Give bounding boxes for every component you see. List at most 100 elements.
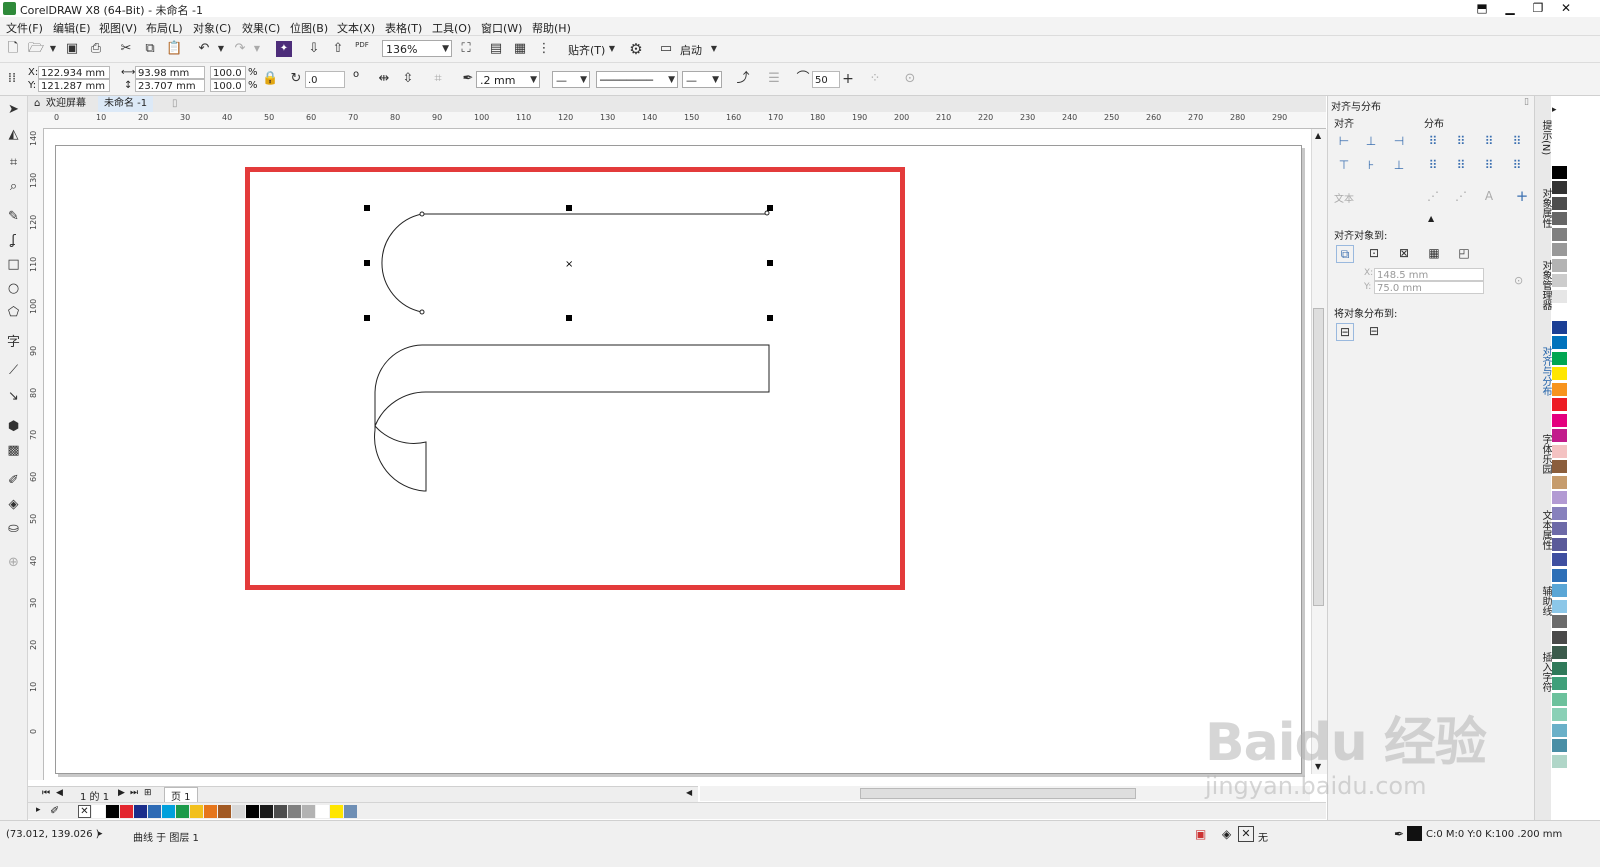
- new-tab-icon[interactable]: ▯: [166, 96, 184, 112]
- line-style-combo[interactable]: ──────── ▼: [596, 71, 678, 88]
- cut-icon[interactable]: ✂: [118, 41, 134, 57]
- distribute-center-icon[interactable]: ⠿: [1453, 133, 1469, 149]
- interactive-tool-icon[interactable]: ⬢: [5, 418, 22, 435]
- color-swatch[interactable]: [1552, 150, 1567, 163]
- eyedropper-tool-icon[interactable]: ✐: [5, 472, 22, 489]
- snap-to-dropdown[interactable]: 贴齐(T): [568, 42, 605, 58]
- tab-welcome[interactable]: 欢迎屏幕: [40, 96, 92, 112]
- menu-object[interactable]: 对象(C): [193, 20, 231, 36]
- color-swatch[interactable]: [1552, 522, 1567, 535]
- save-icon[interactable]: ▣: [64, 41, 80, 57]
- color-swatch[interactable]: [1552, 677, 1567, 690]
- zoom-tool-icon[interactable]: ⌕: [5, 178, 22, 195]
- color-swatch[interactable]: [316, 805, 329, 818]
- color-swatch[interactable]: [288, 805, 301, 818]
- dimension-tool-icon[interactable]: ⟋: [5, 362, 22, 379]
- menu-help[interactable]: 帮助(H): [532, 20, 571, 36]
- menu-window[interactable]: 窗口(W): [481, 20, 522, 36]
- shape-tool-icon[interactable]: ◭: [5, 126, 22, 143]
- text-baseline-last-icon[interactable]: ⋰: [1453, 188, 1469, 204]
- align-to-active-objects-icon[interactable]: ⧉: [1336, 245, 1354, 263]
- palette-menu-icon[interactable]: ▸: [36, 805, 41, 815]
- quick-customize-tool-icon[interactable]: ⊕: [5, 554, 22, 571]
- color-swatch[interactable]: [1552, 754, 1567, 768]
- color-swatch[interactable]: [1552, 351, 1567, 365]
- menu-edit[interactable]: 编辑(E): [53, 20, 91, 36]
- fill-tool-icon[interactable]: ◈: [5, 496, 22, 513]
- first-page-icon[interactable]: ⏮: [42, 788, 50, 798]
- color-swatch[interactable]: [1552, 460, 1567, 473]
- add-align-icon[interactable]: +: [1514, 188, 1530, 204]
- show-grid-icon[interactable]: ▦: [512, 41, 528, 57]
- curve-smoothness-icon[interactable]: ⌒: [795, 71, 811, 87]
- color-swatch[interactable]: [1552, 413, 1567, 427]
- align-center-v-icon[interactable]: ⊦: [1363, 157, 1379, 173]
- ellipse-tool-icon[interactable]: ○: [5, 280, 22, 297]
- color-swatch[interactable]: [1552, 491, 1567, 504]
- prev-page-icon[interactable]: ◀: [56, 788, 63, 798]
- options-gear-icon[interactable]: ⚙: [628, 41, 644, 57]
- color-swatch[interactable]: [1552, 382, 1567, 396]
- minimize-button[interactable]: ▁: [1496, 0, 1524, 17]
- start-arrow-combo[interactable]: — ▼: [552, 71, 590, 88]
- color-swatch[interactable]: [1552, 289, 1567, 303]
- color-swatch[interactable]: [1552, 227, 1567, 241]
- color-swatch[interactable]: [1552, 212, 1567, 225]
- drawing-page[interactable]: [55, 145, 1302, 774]
- align-center-h-icon[interactable]: ⊥: [1363, 133, 1379, 149]
- scroll-up-icon[interactable]: ▲: [1315, 131, 1321, 140]
- color-swatch[interactable]: [218, 805, 231, 818]
- object-origin-icon[interactable]: ⁞⁞: [4, 71, 20, 87]
- horizontal-scroll-thumb[interactable]: [860, 788, 1136, 799]
- align-top-icon[interactable]: ⊤: [1336, 157, 1352, 173]
- color-swatch[interactable]: [232, 805, 245, 818]
- color-swatch[interactable]: [1552, 444, 1567, 458]
- import-icon[interactable]: ⇩: [306, 41, 322, 57]
- align-x-field[interactable]: 148.5 mm: [1374, 268, 1484, 281]
- undo-icon[interactable]: ↶: [196, 41, 212, 57]
- outline-pen-icon[interactable]: ✒: [460, 71, 476, 87]
- collapse-chevron-up-icon[interactable]: ▲: [1428, 214, 1434, 223]
- quick-customize-icon[interactable]: ⊙: [902, 71, 918, 87]
- rotate-icon[interactable]: ↻: [288, 71, 304, 87]
- color-swatch[interactable]: [106, 805, 119, 818]
- distribute-to-page-icon[interactable]: ⊟: [1366, 323, 1382, 339]
- connector-tool-icon[interactable]: ↘: [5, 388, 22, 405]
- horizontal-ruler[interactable]: 0 10 20 30 40 50 60 70 80 90 100 110 120 130 140 150 160…: [44, 112, 1326, 129]
- distribute-right-icon[interactable]: ⠿: [1481, 133, 1497, 149]
- color-swatch[interactable]: [176, 805, 189, 818]
- color-swatch[interactable]: [1552, 165, 1567, 179]
- color-swatch[interactable]: [1552, 723, 1567, 737]
- color-swatch[interactable]: [190, 805, 203, 818]
- color-swatch[interactable]: [1552, 305, 1567, 318]
- launch-chevron-down-icon[interactable]: ▼: [706, 41, 722, 57]
- align-to-page-edge-icon[interactable]: ⊡: [1366, 245, 1382, 261]
- new-document-icon[interactable]: 🗋: [5, 41, 21, 57]
- outline-width-combo[interactable]: .2 mm ▼: [476, 71, 540, 88]
- eyedropper-icon[interactable]: ✐: [50, 804, 59, 817]
- vertical-scroll-thumb[interactable]: [1313, 308, 1324, 606]
- width-field[interactable]: 93.98 mm: [135, 66, 205, 79]
- search-content-icon[interactable]: ✦: [276, 41, 292, 57]
- curve-smoothness-field[interactable]: 50: [812, 71, 840, 88]
- transparency-tool-icon[interactable]: ▩: [5, 442, 22, 459]
- color-swatch[interactable]: [1552, 320, 1567, 334]
- smart-fill-tool-icon[interactable]: ⛀: [5, 520, 22, 537]
- color-swatch[interactable]: [1552, 506, 1567, 520]
- align-bottom-icon[interactable]: ⊥: [1391, 157, 1407, 173]
- color-swatch[interactable]: [1552, 692, 1567, 706]
- color-swatch[interactable]: [1552, 661, 1567, 675]
- color-swatch[interactable]: [260, 805, 273, 818]
- distribute-bottom-icon[interactable]: ⠿: [1481, 157, 1497, 173]
- mirror-vertical-icon[interactable]: ⇳: [400, 71, 416, 87]
- paste-icon[interactable]: 📋: [166, 41, 182, 57]
- polygon-tool-icon[interactable]: ⬠: [5, 304, 22, 321]
- x-position-field[interactable]: 122.934 mm: [38, 66, 110, 79]
- artistic-media-icon[interactable]: ʆ: [5, 232, 22, 249]
- export-icon[interactable]: ⇧: [330, 41, 346, 57]
- color-swatch[interactable]: [1552, 181, 1567, 194]
- pick-tool-icon[interactable]: ➤: [5, 101, 22, 118]
- copy-icon[interactable]: ⧉: [142, 41, 158, 57]
- redo-dropdown-icon[interactable]: ▼: [249, 41, 265, 57]
- text-baseline-first-icon[interactable]: ⋰: [1425, 188, 1441, 204]
